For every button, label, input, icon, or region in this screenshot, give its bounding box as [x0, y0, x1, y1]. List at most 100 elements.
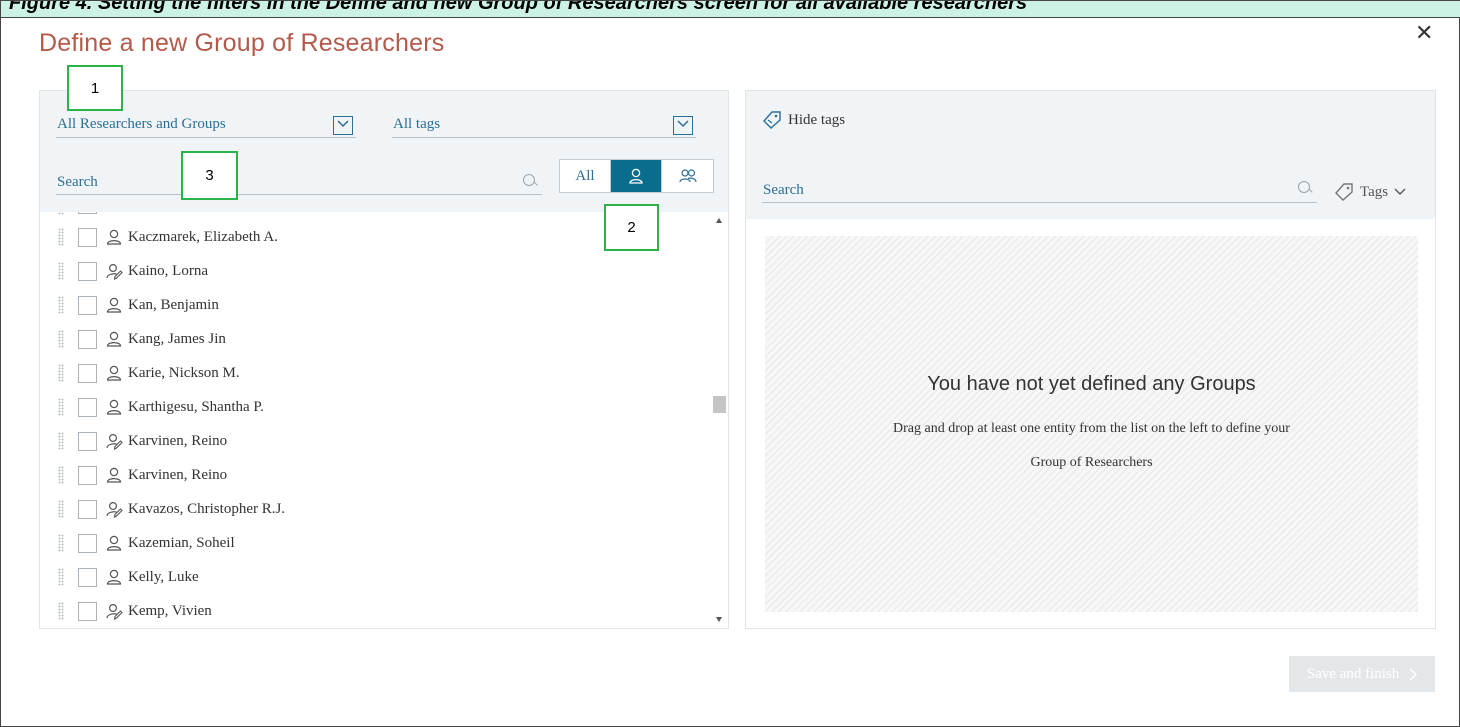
item-checkbox[interactable] [78, 228, 97, 247]
list-item[interactable]: Karie, Nickson M. [40, 357, 710, 391]
item-checkbox[interactable] [78, 534, 97, 553]
hide-tags-button[interactable]: Hide tags [762, 111, 845, 129]
list-item[interactable]: Kang, James Jin [40, 323, 710, 357]
list-item[interactable]: Kavazos, Christopher R.J. [40, 493, 710, 527]
drag-handle-icon[interactable] [58, 602, 64, 620]
person-icon [105, 568, 123, 586]
callout-2: 2 [604, 204, 659, 251]
drag-handle-icon[interactable] [58, 296, 64, 314]
drag-handle-icon[interactable] [58, 500, 64, 518]
figure-caption-bar: Figure 4. Setting the filters in the Def… [1, 1, 1460, 18]
tags-dropdown[interactable]: Tags [1334, 183, 1406, 201]
group-builder-panel: Hide tags Search Tags You have not yet d… [745, 90, 1436, 629]
entity-type-toggle: All [559, 159, 714, 193]
person-edit-icon [105, 262, 123, 280]
close-icon[interactable]: ✕ [1415, 21, 1433, 46]
drag-handle-icon[interactable] [58, 568, 64, 586]
callout-3: 3 [181, 151, 238, 200]
person-edit-icon [105, 500, 123, 518]
researcher-name: Karthigesu, Shantha P. [128, 399, 264, 415]
tag-filter-label: All tags [393, 116, 441, 132]
search-placeholder: Search [763, 182, 804, 198]
researcher-list: Kaczmarek, Elizabeth A. Kaino, Lorna Kan, … [40, 212, 712, 628]
drag-handle-icon[interactable] [58, 262, 64, 280]
list-item[interactable]: Kaino, Lorna [40, 255, 710, 289]
item-checkbox[interactable] [78, 330, 97, 349]
researcher-name: Kavazos, Christopher R.J. [128, 501, 286, 517]
researcher-name: Kemp, Vivien [128, 603, 212, 619]
entity-filter-dropdown[interactable]: All Researchers and Groups [56, 108, 356, 138]
list-item[interactable]: Karvinen, Reino [40, 459, 710, 493]
tag-filter-dropdown[interactable]: All tags [392, 108, 696, 138]
group-builder-header: Hide tags Search Tags [746, 91, 1435, 219]
drag-handle-icon[interactable] [58, 330, 64, 348]
researcher-search-input[interactable]: Search [56, 165, 542, 195]
drag-handle-icon[interactable] [58, 398, 64, 416]
tag-icon [763, 111, 781, 129]
researcher-name: Kaczmarek, Elizabeth A. [128, 229, 278, 245]
researcher-name: Karvinen, Reino [128, 467, 228, 483]
list-filter-header: All Researchers and Groups All tags Sear… [40, 91, 728, 212]
list-item[interactable]: Kelly, Luke [40, 561, 710, 595]
person-icon [105, 534, 123, 552]
chevron-down-icon[interactable] [333, 116, 353, 135]
researcher-name: Kan, Benjamin [128, 297, 219, 313]
drag-handle-icon[interactable] [58, 364, 64, 382]
search-placeholder: Search [57, 174, 98, 190]
researcher-name: Kaino, Lorna [128, 263, 208, 279]
item-checkbox[interactable] [78, 262, 97, 281]
save-and-finish-button[interactable]: Save and finish [1289, 656, 1435, 692]
chevron-down-icon[interactable] [673, 116, 693, 135]
empty-state-title: You have not yet defined any Groups [927, 373, 1256, 395]
segment-all[interactable]: All [560, 160, 611, 192]
scroll-up-arrow[interactable] [716, 218, 722, 223]
hide-tags-label: Hide tags [788, 111, 846, 128]
item-checkbox[interactable] [78, 296, 97, 315]
group-search-input[interactable]: Search [762, 173, 1317, 203]
researcher-name: Kang, James Jin [128, 331, 226, 347]
drag-handle-icon[interactable] [58, 466, 64, 484]
item-checkbox[interactable] [78, 466, 97, 485]
person-icon [629, 168, 643, 184]
person-icon [105, 228, 123, 246]
screenshot-frame: Figure 4. Setting the filters in the Def… [0, 0, 1460, 727]
scroll-thumb[interactable] [713, 396, 726, 413]
segment-researchers[interactable] [611, 160, 662, 192]
scroll-down-arrow[interactable] [716, 617, 722, 622]
item-checkbox[interactable] [78, 500, 97, 519]
item-checkbox[interactable] [78, 602, 97, 621]
save-label: Save and finish [1306, 665, 1400, 682]
person-icon [105, 466, 123, 484]
list-item[interactable]: Karvinen, Reino [40, 425, 710, 459]
search-icon [1298, 181, 1312, 195]
person-icon [105, 364, 123, 382]
group-icon [678, 169, 697, 183]
drag-handle-icon[interactable] [58, 534, 64, 552]
segment-groups[interactable] [662, 160, 713, 192]
item-checkbox[interactable] [78, 568, 97, 587]
entity-filter-label: All Researchers and Groups [57, 116, 226, 132]
empty-state-line-2: Group of Researchers [1030, 455, 1153, 470]
list-item[interactable]: Kazemian, Soheil [40, 527, 710, 561]
list-item[interactable]: Karthigesu, Shantha P. [40, 391, 710, 425]
search-icon [523, 174, 537, 188]
researcher-name: Karvinen, Reino [128, 433, 228, 449]
researcher-name: Karie, Nickson M. [128, 365, 240, 381]
list-item[interactable]: Kan, Benjamin [40, 289, 710, 323]
empty-state-message: Drag and drop at least one entity from t… [825, 412, 1358, 480]
list-item[interactable]: Kemp, Vivien [40, 595, 710, 628]
researcher-name: Kelly, Luke [128, 569, 199, 585]
item-checkbox[interactable] [78, 398, 97, 417]
tag-icon [1335, 183, 1353, 201]
item-checkbox[interactable] [78, 364, 97, 383]
group-drop-zone[interactable]: You have not yet defined any Groups Drag… [765, 236, 1418, 612]
drag-handle-icon[interactable] [58, 432, 64, 450]
person-icon [105, 330, 123, 348]
person-edit-icon [105, 602, 123, 620]
callout-1: 1 [67, 65, 123, 111]
item-checkbox[interactable] [78, 432, 97, 451]
chevron-right-icon [1409, 667, 1418, 681]
person-icon [105, 296, 123, 314]
drag-handle-icon[interactable] [58, 228, 64, 246]
list-scrollbar[interactable] [712, 212, 728, 628]
